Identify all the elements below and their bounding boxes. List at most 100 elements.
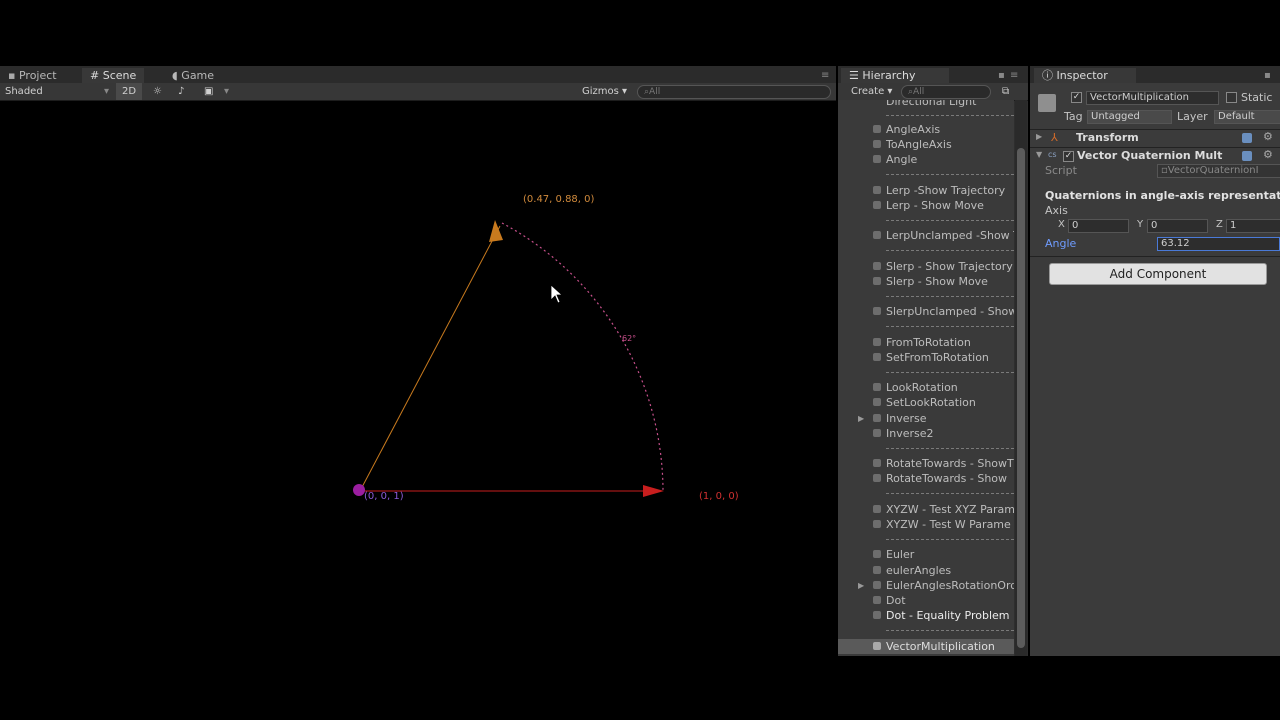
list-item[interactable]: SetLookRotation [838, 395, 1014, 410]
list-item[interactable]: Slerp - Show Move [838, 274, 1014, 289]
hierarchy-panel: ☰ Hierarchy ▪ ≡ Create ▾ ⌕All ⧉ Directio… [838, 66, 1028, 656]
scene-tabbar: ▪ Project # Scene ◖ Game ≡ [0, 66, 836, 83]
divider [886, 448, 1014, 449]
list-item[interactable]: Dot - Equality Problem [838, 608, 1014, 623]
gameobject-icon [873, 307, 881, 315]
hierarchy-list: Directional Light AngleAxis ToAngleAxis … [838, 100, 1014, 656]
list-item[interactable]: Lerp -Show Trajectory [838, 183, 1014, 198]
z-label: Z [1216, 219, 1223, 230]
active-checkbox[interactable]: ✓ [1071, 92, 1082, 103]
list-item[interactable]: Slerp - Show Trajectory [838, 259, 1014, 274]
gameobject-icon [873, 581, 881, 589]
list-item[interactable]: Dot [838, 593, 1014, 608]
hierarchy-scrollbar[interactable] [1015, 100, 1027, 656]
list-item[interactable]: Inverse2 [838, 426, 1014, 441]
list-item[interactable]: XYZW - Test XYZ Param [838, 502, 1014, 517]
vector-up-line [359, 225, 501, 492]
shading-dropdown[interactable]: Shaded [5, 83, 43, 100]
axis-y-field[interactable]: 0 [1147, 219, 1208, 233]
list-item[interactable]: FromToRotation [838, 335, 1014, 350]
tab-hierarchy[interactable]: ☰ Hierarchy [841, 68, 949, 83]
gameobject-icon [873, 505, 881, 513]
angle-label: Angle [1045, 237, 1077, 250]
help-book-icon[interactable] [1242, 151, 1252, 161]
list-item-label: Lerp -Show Trajectory [886, 184, 1006, 197]
lock-icon[interactable]: ▪ [1264, 67, 1271, 84]
list-item[interactable]: Lerp - Show Move [838, 198, 1014, 213]
static-checkbox[interactable] [1226, 92, 1237, 103]
list-item[interactable]: SlerpUnclamped - Show [838, 304, 1014, 319]
list-item[interactable]: AngleAxis [838, 122, 1014, 137]
component-header[interactable]: ▼ cs ✓ Vector Quaternion Mult ⚙ [1030, 147, 1280, 164]
transform-header[interactable]: ▶ ⅄ Transform ⚙ [1030, 129, 1280, 146]
tab-inspector[interactable]: ⓘ Inspector [1034, 68, 1136, 83]
script-label: Script [1045, 164, 1077, 177]
settings-gear-icon[interactable]: ⚙ [1263, 130, 1273, 143]
hierarchy-search-input[interactable]: ⌕All [901, 85, 991, 99]
list-item[interactable]: RotateTowards - Show [838, 471, 1014, 486]
scene-viewport[interactable]: (0.47, 0.88, 0) (0, 0, 1) (1, 0, 0) 62° [0, 101, 836, 656]
layer-dropdown[interactable]: Default [1214, 110, 1280, 124]
tab-scene[interactable]: # Scene [82, 68, 145, 83]
expand-arrow-icon[interactable]: ▶ [1036, 132, 1042, 141]
object-name-field[interactable]: VectorMultiplication [1086, 91, 1219, 105]
list-item[interactable]: ToAngleAxis [838, 137, 1014, 152]
list-item[interactable]: ▶ EulerAnglesRotationOrd [838, 578, 1014, 593]
gameobject-icon [873, 125, 881, 133]
axis-x-field[interactable]: 0 [1068, 219, 1129, 233]
add-component-button[interactable]: Add Component [1049, 263, 1267, 285]
divider [886, 539, 1014, 540]
lighting-icon[interactable]: ☼ [153, 83, 162, 100]
tag-dropdown[interactable]: Untagged [1087, 110, 1172, 124]
list-item[interactable]: Angle [838, 152, 1014, 167]
scrollbar-thumb[interactable] [1017, 148, 1025, 648]
transform-label: Transform [1076, 131, 1139, 144]
list-item[interactable]: SetFromToRotation [838, 350, 1014, 365]
axis-z-field[interactable]: 1 [1226, 219, 1280, 233]
axis-label: Axis [1045, 204, 1068, 217]
help-book-icon[interactable] [1242, 133, 1252, 143]
list-item[interactable]: XYZW - Test W Parame [838, 517, 1014, 532]
list-item-label: Inverse2 [886, 427, 934, 440]
panel-menu-icon[interactable]: ≡ [821, 67, 829, 84]
toggle-2d-button[interactable]: 2D [116, 83, 142, 100]
expand-arrow-icon[interactable]: ▶ [858, 411, 864, 426]
list-item-selected[interactable]: VectorMultiplication [838, 639, 1014, 654]
gizmos-dropdown[interactable]: Gizmos ▾ [582, 83, 627, 100]
list-item[interactable]: ▶ Inverse [838, 411, 1014, 426]
list-item[interactable]: Directional Light [838, 100, 1014, 109]
settings-gear-icon[interactable]: ⚙ [1263, 148, 1273, 161]
gameobject-icon [873, 414, 881, 422]
gameobject-icon [873, 520, 881, 528]
filter-icon[interactable]: ⧉ [1002, 83, 1009, 100]
tab-game-label: Game [181, 69, 215, 82]
gameobject-icon [873, 642, 881, 650]
layer-label: Layer [1177, 110, 1208, 123]
panel-menu-icon[interactable]: ≡ [1010, 67, 1018, 84]
list-item-label: FromToRotation [886, 336, 971, 349]
lock-icon[interactable]: ▪ [998, 67, 1005, 84]
expand-arrow-icon[interactable]: ▶ [858, 578, 864, 593]
angle-field[interactable]: 63.12 [1157, 237, 1280, 251]
list-item[interactable]: LerpUnclamped -Show T [838, 228, 1014, 243]
transform-icon: ⅄ [1051, 131, 1058, 144]
scene-search-input[interactable]: ⌕All [637, 85, 831, 99]
tag-label: Tag [1064, 110, 1083, 123]
list-item-label: Angle [886, 153, 918, 166]
create-dropdown[interactable]: Create ▾ [851, 83, 892, 100]
image-effects-icon[interactable]: ▣ [204, 83, 213, 100]
list-item[interactable]: eulerAngles [838, 563, 1014, 578]
collapse-arrow-icon[interactable]: ▼ [1036, 150, 1042, 159]
divider [886, 220, 1014, 221]
list-item[interactable]: Euler [838, 547, 1014, 562]
audio-icon[interactable]: ♪ [178, 83, 184, 100]
list-item-label: Slerp - Show Move [886, 275, 988, 288]
x-axis-coordinate-label: (1, 0, 0) [699, 491, 739, 502]
toggle-2d-label: 2D [121, 86, 137, 97]
list-item[interactable]: LookRotation [838, 380, 1014, 395]
tab-project[interactable]: ▪ Project [0, 68, 65, 83]
gameobject-icon [873, 186, 881, 194]
component-enabled-checkbox[interactable]: ✓ [1063, 151, 1074, 162]
tab-game[interactable]: ◖ Game [164, 68, 222, 83]
list-item[interactable]: RotateTowards - ShowT [838, 456, 1014, 471]
